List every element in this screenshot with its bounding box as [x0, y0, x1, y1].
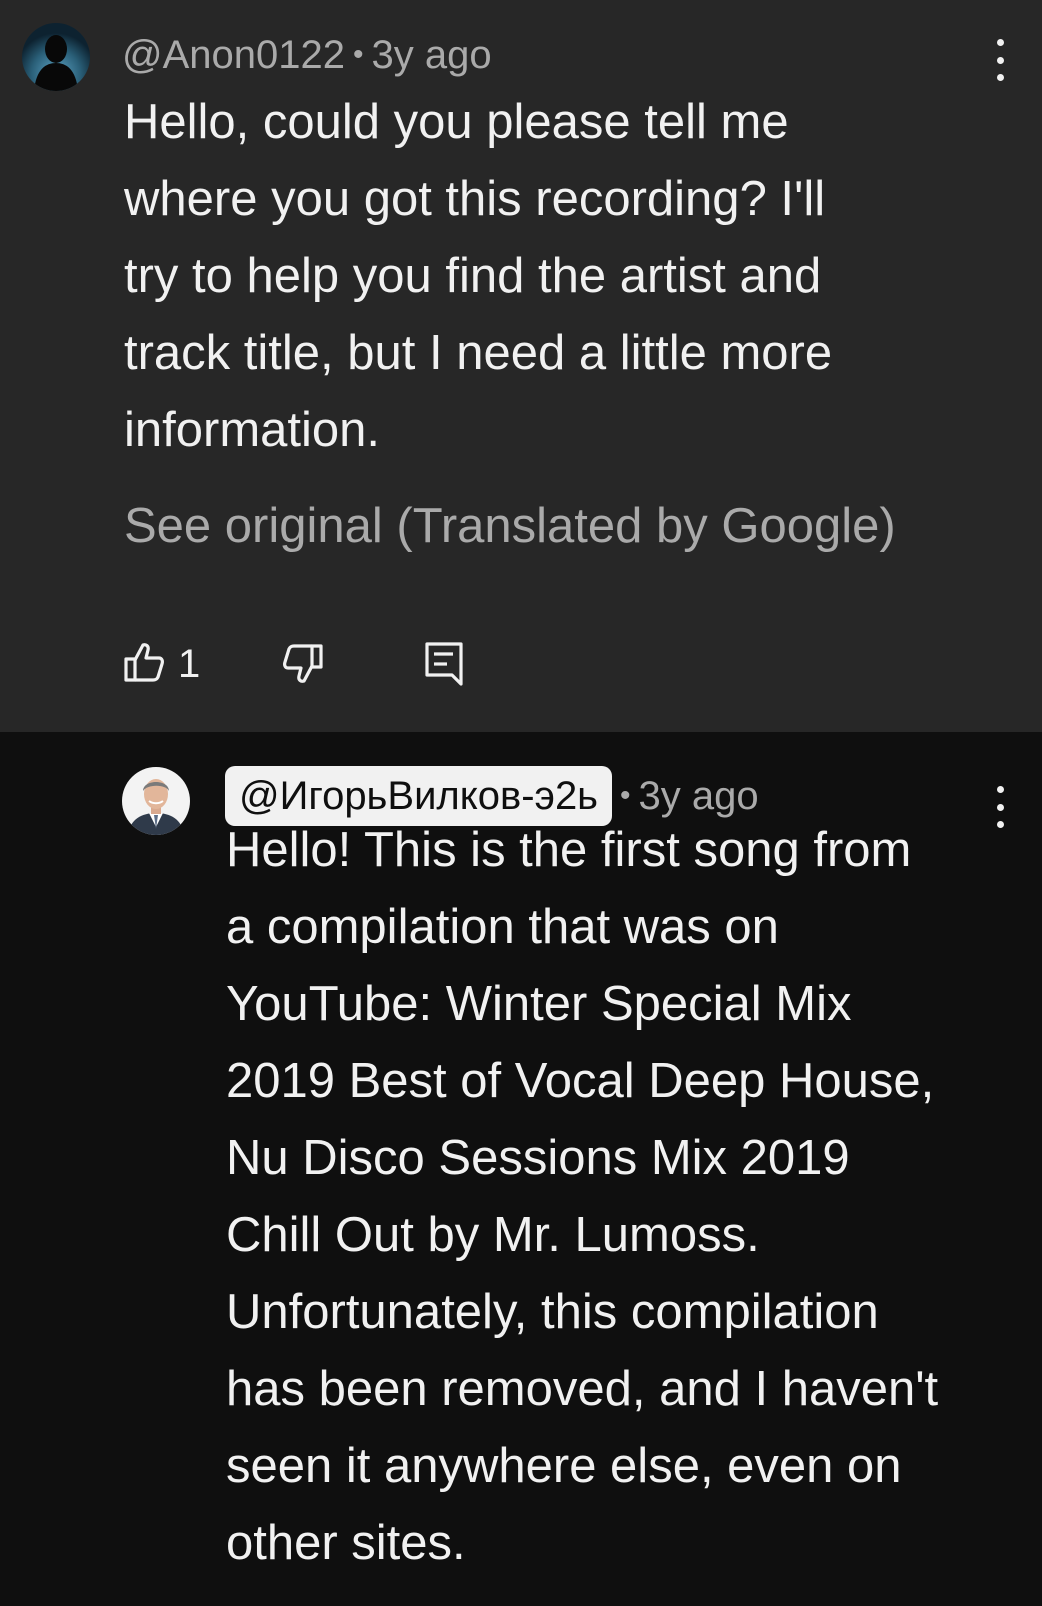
comment-time[interactable]: 3y ago	[372, 31, 492, 79]
avatar[interactable]	[22, 23, 90, 91]
comment-text-line: Hello, could you please tell me	[124, 95, 789, 149]
like-count: 1	[178, 642, 201, 686]
comment-text-line: Chill Out by Mr. Lumoss.	[226, 1208, 760, 1262]
more-vert-icon[interactable]	[985, 35, 1015, 85]
comment-text-line: has been removed, and I haven't	[226, 1362, 939, 1416]
meta-separator: •	[353, 38, 364, 71]
comment-author[interactable]: @Anon0122	[122, 31, 345, 79]
comment-text-line: Unfortunately, this compilation	[226, 1285, 879, 1339]
comment-text-line: Hello! This is the first song from	[226, 823, 912, 877]
comment-text-line: a compilation that was on	[226, 900, 779, 954]
thumbs-up-icon	[124, 641, 164, 688]
thumbs-down-icon	[283, 643, 323, 690]
comment-text-line: YouTube: Winter Special Mix	[226, 977, 852, 1031]
comment-text: Hello, could you please tell me where yo…	[124, 84, 832, 469]
comment-meta: @Anon0122 • 3y ago	[122, 31, 492, 79]
comment-text-line: track title, but I need a little more	[124, 326, 833, 380]
parent-comment: @Anon0122 • 3y ago Hello, could you plea…	[0, 0, 1042, 732]
reply-comment-icon	[425, 642, 463, 691]
reply-comment: @ИгорьВилков-э2ь • 3y ago Hello! This is…	[0, 732, 1042, 1606]
comment-text-line: try to help you find the artist and	[124, 249, 822, 303]
comment-text-line: where you got this recording? I'll	[124, 172, 826, 226]
dislike-button[interactable]	[283, 643, 323, 690]
comment-text-line: other sites.	[226, 1516, 466, 1570]
see-original-link[interactable]: See original (Translated by Google)	[124, 496, 896, 556]
comment-text: Hello! This is the first song from a com…	[226, 812, 938, 1582]
avatar[interactable]	[122, 767, 190, 835]
comment-text-line: Nu Disco Sessions Mix 2019	[226, 1131, 850, 1185]
comment-text-line: information.	[124, 403, 381, 457]
reply-button[interactable]	[425, 642, 463, 691]
comment-text-line: 2019 Best of Vocal Deep House,	[226, 1054, 935, 1108]
like-button[interactable]: 1	[124, 640, 200, 688]
comment-text-line: seen it anywhere else, even on	[226, 1439, 902, 1493]
more-vert-icon[interactable]	[985, 782, 1015, 832]
